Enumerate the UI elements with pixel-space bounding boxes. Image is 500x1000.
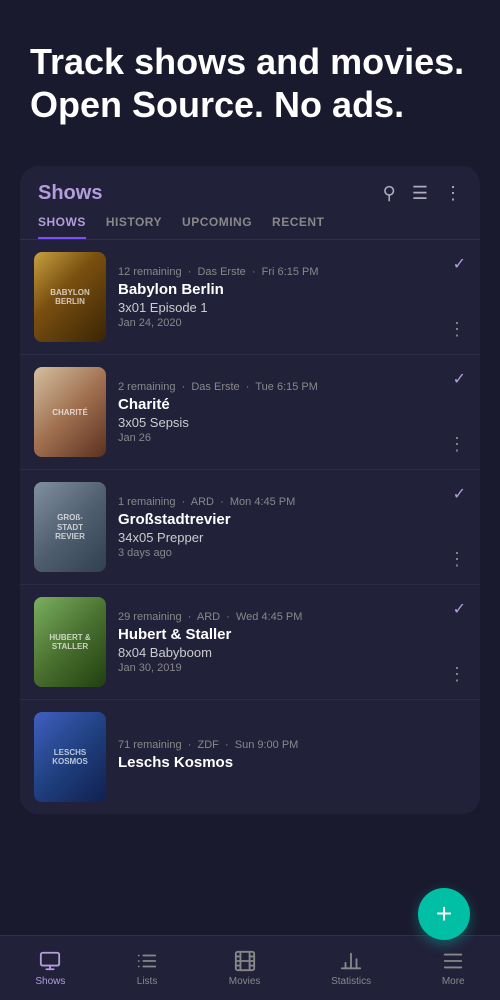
- item-more-icon[interactable]: ⋮: [448, 434, 466, 455]
- list-icon: [136, 950, 158, 972]
- show-name: Leschs Kosmos: [118, 754, 448, 771]
- filter-icon[interactable]: ☰: [412, 183, 428, 204]
- show-date: Jan 30, 2019: [118, 662, 448, 674]
- list-item: BABYLONBERLIN 12 remaining · Das Erste ·…: [20, 240, 480, 355]
- list-item: HUBERT &STALLER 29 remaining · ARD · Wed…: [20, 585, 480, 700]
- item-more-icon[interactable]: ⋮: [448, 664, 466, 685]
- nav-item-shows[interactable]: Shows: [25, 944, 75, 993]
- nav-label-movies: Movies: [229, 976, 261, 987]
- check-icon[interactable]: ✓: [453, 484, 466, 504]
- more-icon: [442, 950, 464, 972]
- show-thumbnail: HUBERT &STALLER: [34, 597, 106, 687]
- film-icon: [234, 950, 256, 972]
- search-icon[interactable]: ⚲: [383, 183, 396, 204]
- nav-label-lists: Lists: [137, 976, 158, 987]
- show-date: 3 days ago: [118, 547, 448, 559]
- tab-upcoming[interactable]: UPCOMING: [182, 215, 252, 239]
- check-icon[interactable]: ✓: [453, 254, 466, 274]
- show-date: Jan 24, 2020: [118, 317, 448, 329]
- show-name: Charité: [118, 396, 448, 413]
- show-meta: 12 remaining · Das Erste · Fri 6:15 PM: [118, 266, 448, 278]
- show-meta: 71 remaining · ZDF · Sun 9:00 PM: [118, 739, 448, 751]
- list-item: LESCHSKOSMOS 71 remaining · ZDF · Sun 9:…: [20, 700, 480, 814]
- tab-shows[interactable]: SHOWS: [38, 215, 86, 239]
- show-thumbnail: CHARITÉ: [34, 367, 106, 457]
- plus-icon: +: [436, 898, 452, 930]
- show-list: BABYLONBERLIN 12 remaining · Das Erste ·…: [20, 240, 480, 814]
- nav-item-lists[interactable]: Lists: [126, 944, 168, 993]
- show-date: Jan 26: [118, 432, 448, 444]
- list-item: GROß-STADTREVIER 1 remaining · ARD · Mon…: [20, 470, 480, 585]
- bottom-navigation: Shows Lists Movies Statistics More: [0, 935, 500, 1000]
- card-header: Shows ⚲ ☰ ⋮: [20, 166, 480, 205]
- tabs-bar: SHOWS HISTORY UPCOMING RECENT: [20, 205, 480, 240]
- show-thumbnail: BABYLONBERLIN: [34, 252, 106, 342]
- show-thumbnail: GROß-STADTREVIER: [34, 482, 106, 572]
- nav-label-shows: Shows: [35, 976, 65, 987]
- check-icon[interactable]: ✓: [453, 599, 466, 619]
- nav-item-statistics[interactable]: Statistics: [321, 944, 381, 993]
- card-title: Shows: [38, 182, 102, 205]
- item-more-icon[interactable]: ⋮: [448, 319, 466, 340]
- show-episode: 3x05 Sepsis: [118, 415, 448, 430]
- nav-label-statistics: Statistics: [331, 976, 371, 987]
- show-meta: 1 remaining · ARD · Mon 4:45 PM: [118, 496, 448, 508]
- show-episode: 3x01 Episode 1: [118, 300, 448, 315]
- bar-chart-icon: [340, 950, 362, 972]
- show-episode: 34x05 Prepper: [118, 530, 448, 545]
- tab-history[interactable]: HISTORY: [106, 215, 162, 239]
- show-name: Großstadtrevier: [118, 511, 448, 528]
- show-meta: 29 remaining · ARD · Wed 4:45 PM: [118, 611, 448, 623]
- tab-recent[interactable]: RECENT: [272, 215, 324, 239]
- fab-add-button[interactable]: +: [418, 888, 470, 940]
- list-item: CHARITÉ 2 remaining · Das Erste · Tue 6:…: [20, 355, 480, 470]
- nav-label-more: More: [442, 976, 465, 987]
- nav-item-more[interactable]: More: [432, 944, 475, 993]
- check-icon[interactable]: ✓: [453, 369, 466, 389]
- show-name: Hubert & Staller: [118, 626, 448, 643]
- more-options-icon[interactable]: ⋮: [444, 183, 462, 204]
- show-thumbnail: LESCHSKOSMOS: [34, 712, 106, 802]
- show-meta: 2 remaining · Das Erste · Tue 6:15 PM: [118, 381, 448, 393]
- header-icons: ⚲ ☰ ⋮: [383, 183, 462, 204]
- nav-item-movies[interactable]: Movies: [219, 944, 271, 993]
- show-episode: 8x04 Babyboom: [118, 645, 448, 660]
- item-more-icon[interactable]: ⋮: [448, 549, 466, 570]
- show-name: Babylon Berlin: [118, 281, 448, 298]
- tv-icon: [39, 950, 61, 972]
- hero-title: Track shows and movies. Open Source. No …: [30, 40, 470, 126]
- hero-section: Track shows and movies. Open Source. No …: [0, 0, 500, 156]
- app-card: Shows ⚲ ☰ ⋮ SHOWS HISTORY UPCOMING RECEN…: [20, 166, 480, 814]
